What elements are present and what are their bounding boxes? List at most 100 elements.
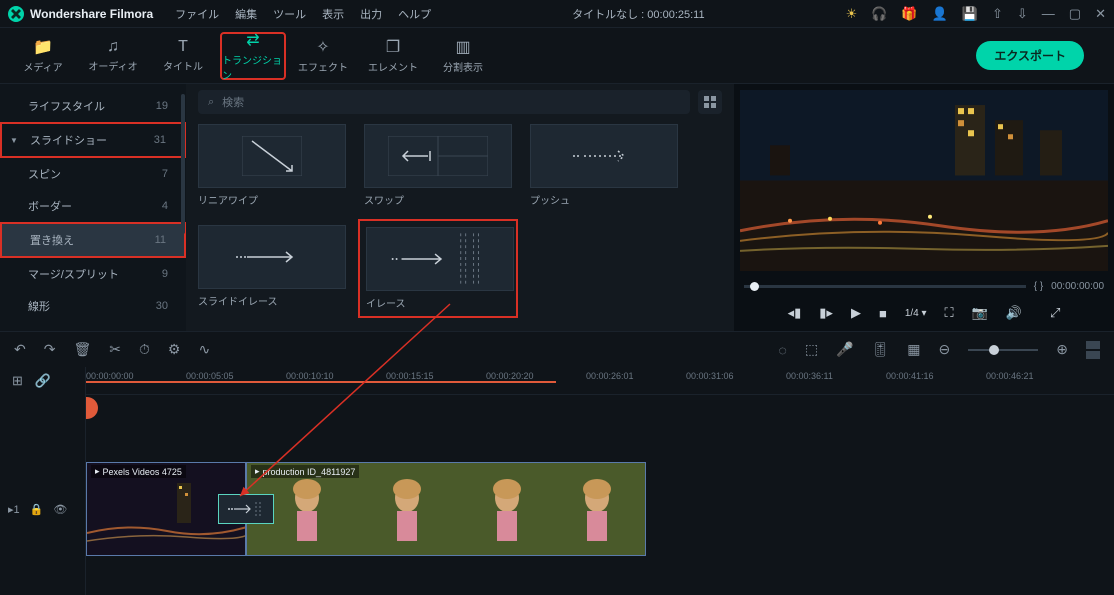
element-icon: ❐ — [386, 37, 400, 57]
preview-time: 00:00:00:00 — [1051, 281, 1104, 292]
tab-element[interactable]: ❐エレメント — [360, 32, 426, 80]
headset-icon[interactable]: 🎧 — [871, 6, 887, 22]
undo-icon[interactable]: ↶ — [14, 341, 26, 358]
thumb-linear-wipe[interactable]: リニアワイプ — [198, 124, 346, 207]
zoom-out-icon[interactable]: ⊖ — [939, 341, 951, 358]
ruler-tick: 00:00:15:15 — [386, 371, 434, 381]
track-header-video[interactable]: ▸1 🔒 👁 — [8, 503, 67, 516]
titlebar: Wondershare Filmora ファイル 編集 ツール 表示 出力 ヘル… — [0, 0, 1114, 28]
timeline-tracks[interactable]: 00:00:00:0000:00:05:0500:00:10:1000:00:1… — [86, 367, 1114, 595]
upload-icon[interactable]: ⇧ — [992, 6, 1003, 22]
ruler-tick: 00:00:20:20 — [486, 371, 534, 381]
time-ruler[interactable]: 00:00:00:0000:00:05:0500:00:10:1000:00:1… — [86, 367, 1114, 395]
thumb-slide-erase[interactable]: スライドイレース — [198, 225, 346, 312]
speed-label[interactable]: 1/4 ▾ — [905, 308, 927, 319]
export-button[interactable]: エクスポート — [976, 41, 1084, 70]
prev-frame-icon[interactable]: ◂▮ — [788, 305, 802, 321]
step-back-icon[interactable]: ▮▸ — [819, 305, 833, 321]
audio-wave-icon[interactable]: ∿ — [198, 341, 210, 358]
grid-view-toggle[interactable] — [698, 90, 722, 114]
ruler-tick: 00:00:00:00 — [86, 371, 134, 381]
marker-icon[interactable]: ⬚ — [805, 341, 818, 358]
app-name: Wondershare Filmora — [30, 7, 153, 21]
zoom-slider[interactable] — [968, 349, 1038, 351]
camera-icon[interactable]: 📷 — [972, 305, 988, 321]
tl-link-icon[interactable]: 🔗 — [35, 373, 51, 389]
crop-icon[interactable]: ⛶ — [945, 305, 954, 321]
effect-icon: ✧ — [316, 37, 329, 57]
tab-transition[interactable]: ⇄トランジション — [220, 32, 286, 80]
tab-title[interactable]: Tタイトル — [150, 32, 216, 80]
eye-icon[interactable]: 👁 — [53, 503, 67, 516]
thumb-swap[interactable]: スワップ — [364, 124, 512, 207]
ruler-tick: 00:00:36:11 — [786, 371, 833, 381]
split-icon: ▥ — [455, 37, 470, 57]
search-icon: ⌕ — [208, 96, 214, 109]
sidebar-scrollbar[interactable] — [181, 94, 185, 234]
music-icon: ♫ — [107, 38, 119, 56]
tab-audio[interactable]: ♫オーディオ — [80, 32, 146, 80]
track-video-icon: ▸1 — [8, 503, 20, 516]
mic-icon[interactable]: 🎤 — [836, 341, 853, 358]
menu-output[interactable]: 出力 — [360, 6, 382, 22]
settings-icon[interactable]: ⚙ — [168, 341, 181, 358]
thumb-erase[interactable]: イレース — [364, 225, 512, 312]
search-input[interactable]: ⌕ 検索 — [198, 90, 690, 114]
zoom-in-icon[interactable]: ⊕ — [1056, 341, 1068, 358]
download-icon[interactable]: ⇩ — [1017, 6, 1028, 22]
clip-2[interactable]: ▸production ID_4811927 — [246, 462, 646, 556]
play-icon[interactable]: ▶ — [851, 305, 861, 321]
cat-replace[interactable]: 置き換え11 — [0, 222, 186, 258]
ruler-tick: 00:00:41:16 — [886, 371, 934, 381]
cat-slideshow[interactable]: スライドショー31 — [0, 122, 186, 158]
preview-scrubber[interactable]: { } 00:00:00:00 — [734, 277, 1114, 295]
tl-layout-icon[interactable]: ⊞ — [12, 373, 23, 389]
clip-play-icon: ▸ — [95, 466, 100, 477]
tab-media[interactable]: 📁メディア — [10, 32, 76, 80]
cut-icon[interactable]: ✂ — [109, 341, 121, 358]
stop-icon[interactable]: ■ — [879, 306, 887, 321]
menu-tool[interactable]: ツール — [273, 6, 306, 22]
lock-icon[interactable]: 🔒 — [30, 503, 44, 516]
tab-effect[interactable]: ✧エフェクト — [290, 32, 356, 80]
minimize-icon[interactable]: — — [1042, 6, 1055, 21]
asset-tabs: 📁メディア ♫オーディオ Tタイトル ⇄トランジション ✧エフェクト ❐エレメン… — [0, 28, 1114, 84]
maximize-icon[interactable]: ▢ — [1069, 6, 1081, 22]
transition-chip[interactable] — [218, 494, 274, 524]
speed-icon[interactable]: ⏱ — [139, 341, 150, 358]
audio-meter — [1086, 341, 1100, 359]
close-icon[interactable]: ✕ — [1095, 6, 1106, 22]
user-icon[interactable]: 👤 — [932, 6, 948, 22]
cat-lifestyle[interactable]: ライフスタイル19 — [0, 90, 186, 122]
render-icon[interactable]: ◌ — [779, 342, 787, 358]
delete-icon[interactable]: 🗑 — [73, 341, 91, 358]
menu-edit[interactable]: 編集 — [235, 6, 257, 22]
braces-marker: { } — [1034, 281, 1043, 292]
fullscreen-icon[interactable]: ⤢ — [1050, 305, 1060, 321]
cat-linear[interactable]: 線形30 — [0, 290, 186, 322]
timeline-toolbar: ↶ ↷ 🗑 ✂ ⏱ ⚙ ∿ ◌ ⬚ 🎤 🎚 ▦ ⊖ ⊕ — [0, 331, 1114, 367]
menu-help[interactable]: ヘルプ — [398, 6, 431, 22]
clip-play-icon: ▸ — [255, 466, 260, 477]
preview-viewport[interactable] — [740, 90, 1108, 271]
thumb-push[interactable]: プッシュ — [530, 124, 678, 207]
redo-icon[interactable]: ↷ — [44, 341, 56, 358]
cat-border[interactable]: ボーダー4 — [0, 190, 186, 222]
gift-icon[interactable]: 🎁 — [901, 6, 917, 22]
menu-file[interactable]: ファイル — [175, 6, 219, 22]
manage-icon[interactable]: ▦ — [907, 341, 920, 358]
tab-split[interactable]: ▥分割表示 — [430, 32, 496, 80]
thumbs-container: リニアワイプ スワップ プッシュ スライドイレース イレース — [198, 124, 722, 312]
sun-icon[interactable]: ☀ — [846, 6, 858, 22]
titlebar-actions: ☀ 🎧 🎁 👤 💾 ⇧ ⇩ — ▢ ✕ — [846, 6, 1106, 22]
search-placeholder: 検索 — [222, 94, 244, 110]
cat-spin[interactable]: スピン7 — [0, 158, 186, 190]
thumbnail-grid: ⌕ 検索 リニアワイプ スワップ プッシュ — [186, 84, 734, 331]
volume-icon[interactable]: 🔊 — [1006, 305, 1022, 321]
video-track[interactable]: ▸Pexels Videos 4725 ▸production ID_48119… — [86, 462, 1114, 558]
save-icon[interactable]: 💾 — [962, 6, 978, 22]
ruler-tick: 00:00:05:05 — [186, 371, 234, 381]
menu-view[interactable]: 表示 — [322, 6, 344, 22]
mixer-icon[interactable]: 🎚 — [872, 341, 890, 358]
cat-merge[interactable]: マージ/スプリット9 — [0, 258, 186, 290]
